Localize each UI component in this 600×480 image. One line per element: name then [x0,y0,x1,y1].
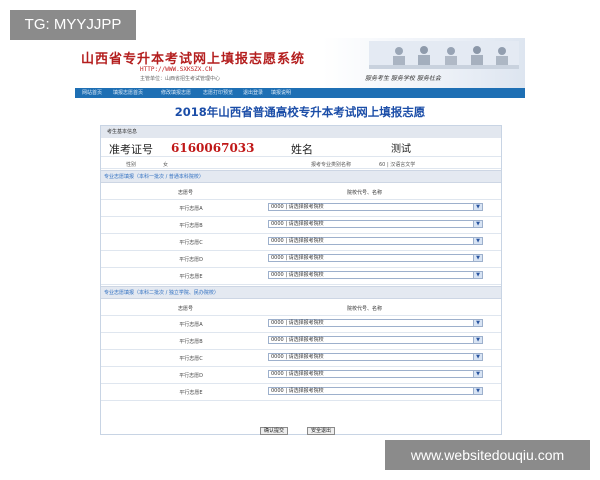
nav-logout[interactable]: 退出登录 [243,89,263,97]
group2-select-c[interactable]: 0000 | 请选择报考院校 ▼ [268,353,483,361]
group2-col-no: 志愿号 [178,306,194,312]
group1-row-c-label: 平行志愿C [179,240,203,246]
group2-row-d-label: 平行志愿D [179,373,203,379]
nav-instructions[interactable]: 填报说明 [271,89,291,97]
students-photo-icon [369,41,519,69]
group2-row-c-label: 平行志愿C [179,356,203,362]
candidate-section-header: 考生基本信息 [101,126,501,138]
site-slogan: 服务考生 服务学校 服务社会 [365,75,441,82]
application-page: 山西省专升本考试网上填报志愿系统 HTTP://WWW.SXKSZX.CN 主管… [75,38,525,440]
group1-header-label: 专业志愿填报（本科一批次 / 普通本科院校） [104,174,204,180]
name-label: 姓名 [291,143,313,156]
chevron-down-icon[interactable]: ▼ [473,371,482,377]
site-organization: 主管单位：山西省招生考试管理中心 [140,76,221,82]
group1-select-e[interactable]: 0000 | 请选择报考院校 ▼ [268,271,483,279]
candidate-section-label: 考生基本信息 [107,129,138,135]
select-value: 0000 | 请选择报考院校 [271,255,324,261]
site-banner: 山西省专升本考试网上填报志愿系统 HTTP://WWW.SXKSZX.CN 主管… [75,38,525,88]
group1-row-e-label: 平行志愿E [179,274,203,280]
group2-select-d[interactable]: 0000 | 请选择报考院校 ▼ [268,370,483,378]
group1-select-a[interactable]: 0000 | 请选择报考院校 ▼ [268,203,483,211]
group1-select-d[interactable]: 0000 | 请选择报考院校 ▼ [268,254,483,262]
nav-home[interactable]: 网站首页 [82,89,102,97]
candidate-row-sub [101,156,501,169]
group2-row-a-label: 平行志愿A [179,322,203,328]
submit-button[interactable]: 确认提交 [260,427,289,435]
group2-row-e-label: 平行志愿E [179,390,203,396]
group2-row-b-label: 平行志愿B [179,339,203,345]
exam-no-value: 6160067033 [171,141,255,155]
exam-no-label: 准考证号 [109,143,153,156]
group1-row-a-label: 平行志愿A [179,206,203,212]
group1-select-c[interactable]: 0000 | 请选择报考院校 ▼ [268,237,483,245]
subject-label: 报考专业类别名称 [311,162,352,168]
nav-apply-home[interactable]: 填报志愿首页 [113,89,143,97]
group2-column-head [101,298,501,316]
select-value: 0000 | 请选择报考院校 [271,388,324,394]
select-value: 0000 | 请选择报考院校 [271,238,324,244]
chevron-down-icon[interactable]: ▼ [473,320,482,326]
group2-header-label: 专业志愿填报（本科二批次 / 独立学院、民办院校） [104,290,219,296]
chevron-down-icon[interactable]: ▼ [473,337,482,343]
subject-value: 60 | 汉语言文学 [379,162,416,168]
group2-col-school: 院校代号、名称 [347,306,383,312]
nav-print-preview[interactable]: 志愿打印预览 [203,89,233,97]
group1-row-b-label: 平行志愿B [179,223,203,229]
group1-select-b[interactable]: 0000 | 请选择报考院校 ▼ [268,220,483,228]
chevron-down-icon[interactable]: ▼ [473,204,482,210]
group2-select-a[interactable]: 0000 | 请选择报考院校 ▼ [268,319,483,327]
select-value: 0000 | 请选择报考院校 [271,221,324,227]
watermark-bottom: www.websitedouqiu.com [385,440,590,470]
page-title: 2018年山西省普通高校专升本考试网上填报志愿 [174,105,426,119]
volunteer-form: 考生基本信息 准考证号 6160067033 姓名 测试 性别 女 报考专业类别… [100,125,502,435]
logout-button[interactable]: 安全退出 [307,427,336,435]
select-value: 0000 | 请选择报考院校 [271,354,324,360]
select-value: 0000 | 请选择报考院校 [271,337,324,343]
group2-select-e[interactable]: 0000 | 请选择报考院校 ▼ [268,387,483,395]
chevron-down-icon[interactable]: ▼ [473,238,482,244]
group2-select-b[interactable]: 0000 | 请选择报考院校 ▼ [268,336,483,344]
watermark-top: TG: MYYJJPP [10,10,136,40]
gender-value: 女 [163,162,169,168]
top-nav-bar: 网站首页 填报志愿首页 修改填报志愿 志愿打印预览 退出登录 填报说明 [75,88,525,98]
name-value: 测试 [391,144,411,155]
group1-column-head [101,182,501,200]
chevron-down-icon[interactable]: ▼ [473,272,482,278]
gender-label: 性别 [126,162,137,168]
group1-col-no: 志愿号 [178,190,194,196]
chevron-down-icon[interactable]: ▼ [473,255,482,261]
select-value: 0000 | 请选择报考院校 [271,320,324,326]
chevron-down-icon[interactable]: ▼ [473,221,482,227]
select-value: 0000 | 请选择报考院校 [271,371,324,377]
group1-col-school: 院校代号、名称 [347,190,383,196]
chevron-down-icon[interactable]: ▼ [473,388,482,394]
chevron-down-icon[interactable]: ▼ [473,354,482,360]
select-value: 0000 | 请选择报考院校 [271,272,324,278]
select-value: 0000 | 请选择报考院校 [271,204,324,210]
nav-modify[interactable]: 修改填报志愿 [161,89,191,97]
site-title: 山西省专升本考试网上填报志愿系统 [81,52,306,67]
group1-row-d-label: 平行志愿D [179,257,203,263]
site-url[interactable]: HTTP://WWW.SXKSZX.CN [140,66,212,73]
